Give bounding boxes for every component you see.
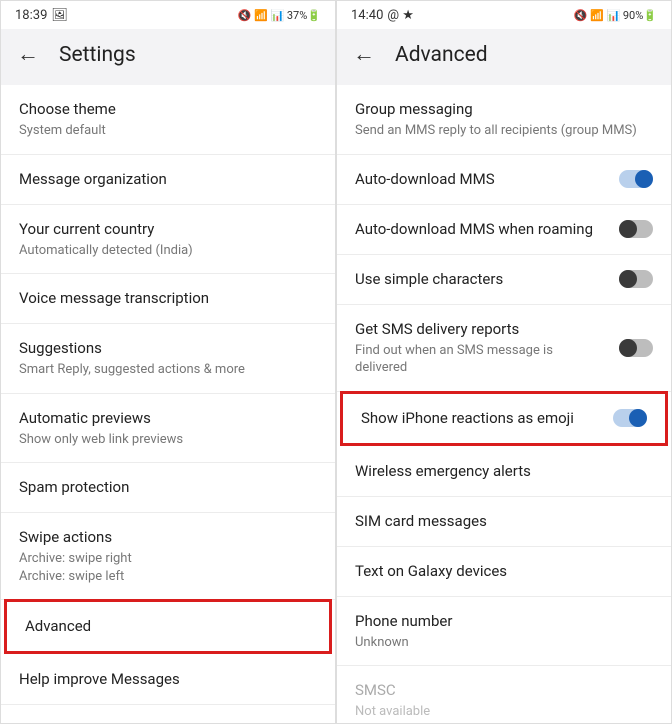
- setting-item-auto-download-mms[interactable]: Auto-download MMS: [337, 155, 671, 205]
- setting-subtitle: Unknown: [355, 634, 653, 652]
- advanced-list: Group messaging Send an MMS reply to all …: [337, 85, 671, 723]
- back-arrow-icon[interactable]: ←: [17, 44, 39, 66]
- setting-text: Advanced: [25, 616, 311, 637]
- setting-item-text-on-galaxy-devices[interactable]: Text on Galaxy devices: [337, 547, 671, 597]
- setting-title: Message organization: [19, 169, 317, 190]
- setting-text: Get SMS delivery reportsFind out when an…: [355, 319, 607, 377]
- left-screen: 18:39 🖼 🔇 📶 📊 37%🔋 ← Settings Choose the…: [0, 0, 336, 724]
- setting-subtitle: Send an MMS reply to all recipients (gro…: [355, 122, 653, 140]
- toggle-switch[interactable]: [619, 270, 653, 288]
- setting-item-group-messaging[interactable]: Group messaging Send an MMS reply to all …: [337, 85, 671, 155]
- setting-item-automatic-previews[interactable]: Automatic previews Show only web link pre…: [1, 394, 335, 464]
- setting-item-spam-protection[interactable]: Spam protection: [1, 463, 335, 513]
- setting-title: Voice message transcription: [19, 288, 317, 309]
- setting-item-swipe-actions[interactable]: Swipe actionsArchive: swipe right Archiv…: [1, 513, 335, 600]
- setting-text: Suggestions Smart Reply, suggested action…: [19, 338, 317, 379]
- setting-item-your-current-country[interactable]: Your current country Automatically detect…: [1, 205, 335, 275]
- setting-title: SIM card messages: [355, 511, 653, 532]
- setting-text: Automatic previews Show only web link pre…: [19, 408, 317, 449]
- setting-title: Automatic previews: [19, 408, 317, 429]
- setting-title: Suggestions: [19, 338, 317, 359]
- setting-item-message-organization[interactable]: Message organization: [1, 155, 335, 205]
- setting-item-suggestions[interactable]: Suggestions Smart Reply, suggested action…: [1, 324, 335, 394]
- setting-text: SMSC Not available: [355, 680, 653, 721]
- setting-text: Swipe actionsArchive: swipe right Archiv…: [19, 527, 317, 585]
- setting-title: Swipe actions: [19, 527, 317, 548]
- setting-item-sim-card-messages[interactable]: SIM card messages: [337, 497, 671, 547]
- setting-item-advanced[interactable]: Advanced: [4, 599, 332, 654]
- setting-subtitle: Archive: swipe right Archive: swipe left: [19, 550, 317, 585]
- setting-text: Choose theme System default: [19, 99, 317, 140]
- setting-title: SMSC: [355, 680, 653, 701]
- setting-item-about-terms-privacy[interactable]: About, terms & privacy: [1, 705, 335, 723]
- setting-text: Text on Galaxy devices: [355, 561, 653, 582]
- setting-text: Message organization: [19, 169, 317, 190]
- right-screen: 14:40 @ ★ 🔇 📶 📊 90%🔋 ← Advanced Group me…: [336, 0, 672, 724]
- setting-subtitle: Find out when an SMS message is delivere…: [355, 342, 607, 377]
- setting-text: SIM card messages: [355, 511, 653, 532]
- setting-item-phone-number[interactable]: Phone number Unknown: [337, 597, 671, 667]
- setting-text: Auto-download MMS: [355, 169, 607, 190]
- status-icons-right: 🔇 📶 📊 90%🔋: [574, 9, 657, 22]
- toggle-switch[interactable]: [613, 409, 647, 427]
- page-title: Settings: [59, 43, 136, 67]
- status-bar: 14:40 @ ★ 🔇 📶 📊 90%🔋: [337, 1, 671, 29]
- setting-title: Auto-download MMS when roaming: [355, 219, 607, 240]
- setting-title: Auto-download MMS: [355, 169, 607, 190]
- status-time: 14:40: [351, 8, 383, 23]
- back-arrow-icon[interactable]: ←: [353, 44, 375, 66]
- setting-title: Your current country: [19, 219, 317, 240]
- status-icons-left: @ ★: [387, 8, 414, 23]
- setting-item-get-sms-delivery-reports[interactable]: Get SMS delivery reportsFind out when an…: [337, 305, 671, 392]
- setting-item-help-improve-messages[interactable]: Help improve Messages: [1, 655, 335, 705]
- setting-text: Wireless emergency alerts: [355, 461, 653, 482]
- setting-title: Help improve Messages: [19, 669, 317, 690]
- status-icons-right: 🔇 📶 📊 37%🔋: [238, 9, 321, 22]
- setting-text: Your current country Automatically detect…: [19, 219, 317, 260]
- setting-item-use-simple-characters[interactable]: Use simple characters: [337, 255, 671, 305]
- setting-text: Show iPhone reactions as emoji: [361, 408, 601, 429]
- setting-subtitle: System default: [19, 122, 317, 140]
- setting-title: Text on Galaxy devices: [355, 561, 653, 582]
- setting-title: Wireless emergency alerts: [355, 461, 653, 482]
- setting-text: Voice message transcription: [19, 288, 317, 309]
- setting-title: Use simple characters: [355, 269, 607, 290]
- header: ← Advanced: [337, 29, 671, 85]
- status-time: 18:39: [15, 8, 47, 23]
- setting-text: About, terms & privacy: [19, 719, 317, 723]
- setting-title: Get SMS delivery reports: [355, 319, 607, 340]
- header: ← Settings: [1, 29, 335, 85]
- setting-subtitle: Show only web link previews: [19, 431, 317, 449]
- setting-title: Show iPhone reactions as emoji: [361, 408, 601, 429]
- setting-subtitle: Not available: [355, 703, 653, 721]
- setting-item-auto-download-mms-when-roaming[interactable]: Auto-download MMS when roaming: [337, 205, 671, 255]
- setting-text: Group messaging Send an MMS reply to all …: [355, 99, 653, 140]
- status-icons-left: 🖼: [51, 8, 68, 23]
- setting-title: Advanced: [25, 616, 311, 637]
- setting-text: Auto-download MMS when roaming: [355, 219, 607, 240]
- setting-item-show-iphone-reactions-as-emoji[interactable]: Show iPhone reactions as emoji: [340, 391, 668, 446]
- setting-text: Phone number Unknown: [355, 611, 653, 652]
- setting-title: Choose theme: [19, 99, 317, 120]
- settings-list: Choose theme System default Message organi…: [1, 85, 335, 723]
- setting-title: About, terms & privacy: [19, 719, 317, 723]
- setting-title: Spam protection: [19, 477, 317, 498]
- setting-text: Use simple characters: [355, 269, 607, 290]
- setting-item-choose-theme[interactable]: Choose theme System default: [1, 85, 335, 155]
- setting-item-smsc[interactable]: SMSC Not available: [337, 666, 671, 723]
- toggle-switch[interactable]: [619, 220, 653, 238]
- setting-item-wireless-emergency-alerts[interactable]: Wireless emergency alerts: [337, 447, 671, 497]
- setting-subtitle: Smart Reply, suggested actions & more: [19, 361, 317, 379]
- setting-text: Help improve Messages: [19, 669, 317, 690]
- setting-title: Phone number: [355, 611, 653, 632]
- setting-title: Group messaging: [355, 99, 653, 120]
- setting-subtitle: Automatically detected (India): [19, 242, 317, 260]
- toggle-switch[interactable]: [619, 339, 653, 357]
- setting-item-voice-message-transcription[interactable]: Voice message transcription: [1, 274, 335, 324]
- toggle-switch[interactable]: [619, 170, 653, 188]
- status-bar: 18:39 🖼 🔇 📶 📊 37%🔋: [1, 1, 335, 29]
- page-title: Advanced: [395, 43, 488, 67]
- setting-text: Spam protection: [19, 477, 317, 498]
